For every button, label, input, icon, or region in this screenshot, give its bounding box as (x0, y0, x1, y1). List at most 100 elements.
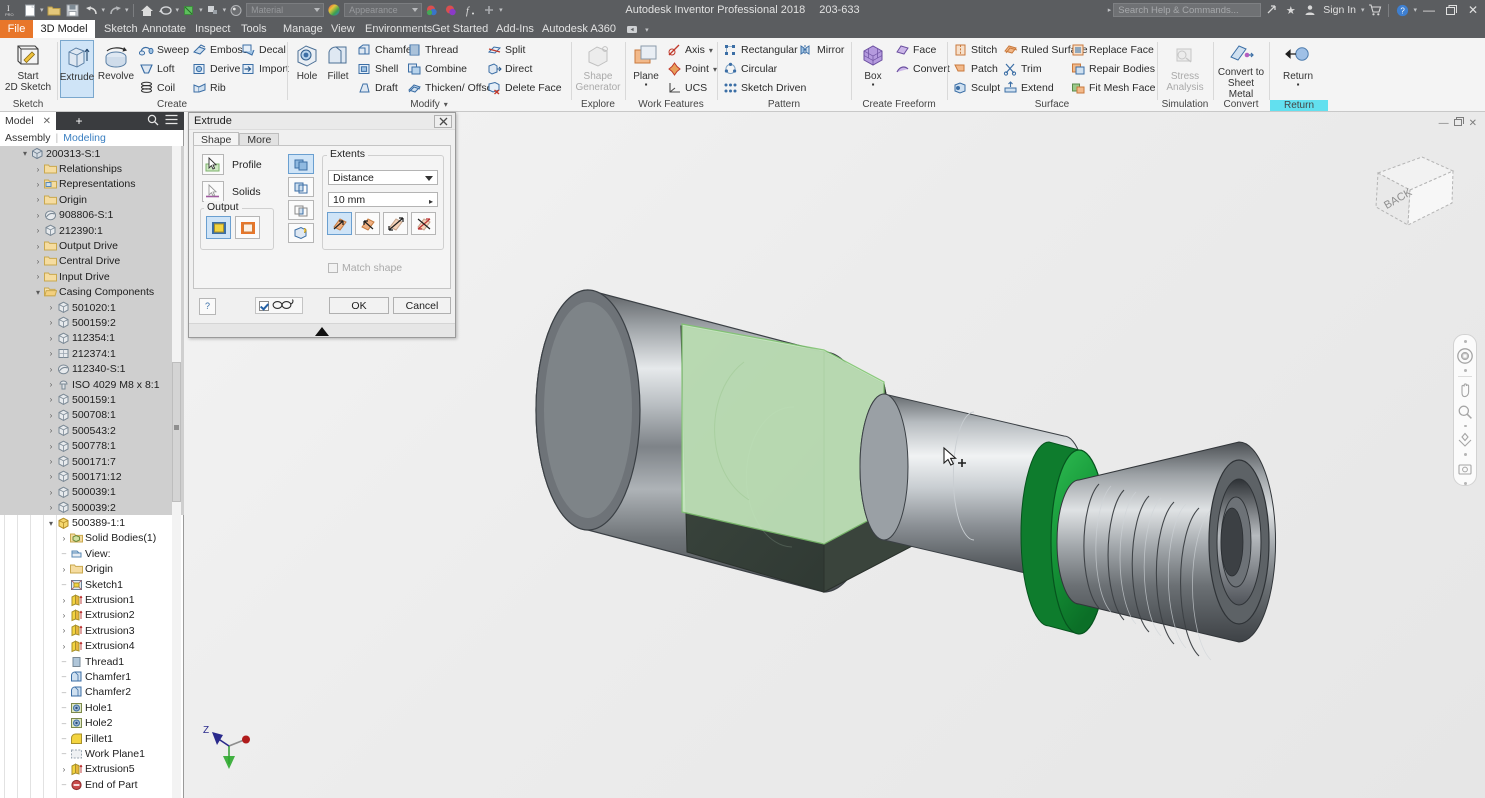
combine-button[interactable]: Combine (406, 60, 467, 78)
chevron-down-icon[interactable]: ▾ (33, 285, 43, 300)
tree-item[interactable]: ›500171:7 (0, 454, 184, 469)
tree-item[interactable]: ›Output Drive (0, 238, 184, 253)
direction-symmetric-button[interactable] (383, 212, 408, 235)
cancel-button[interactable]: Cancel (393, 297, 451, 314)
profile-selector-row[interactable]: Profile (202, 154, 262, 175)
select-icon[interactable] (204, 1, 222, 19)
favorites-star-icon[interactable]: ★ (1282, 2, 1299, 19)
chevron-right-icon[interactable]: › (33, 162, 43, 177)
chevron-right-icon[interactable]: › (33, 177, 43, 192)
direction-default-button[interactable] (327, 212, 352, 235)
return-dropdown-icon[interactable]: ▪ (1297, 82, 1300, 87)
shape-generator-button[interactable]: Shape Generator (572, 40, 624, 98)
tree-item[interactable]: ›501020:1 (0, 300, 184, 315)
chevron-right-icon[interactable]: › (46, 469, 56, 484)
revolve-button[interactable]: Revolve (96, 40, 136, 98)
chevron-right-icon[interactable]: › (59, 562, 69, 577)
tree-item[interactable]: ›500159:1 (0, 392, 184, 407)
direction-asymmetric-button[interactable] (411, 212, 436, 235)
freeform-box-button[interactable]: Box ▪ (856, 40, 890, 98)
extents-type-select[interactable]: Distance (328, 170, 438, 185)
rib-button[interactable]: Rib (191, 79, 226, 97)
chevron-right-icon[interactable]: › (33, 208, 43, 223)
chevron-right-icon[interactable]: › (46, 331, 56, 346)
chevron-right-icon[interactable]: › (46, 377, 56, 392)
pan-icon[interactable] (1456, 381, 1474, 399)
tree-item[interactable]: ›908806-S:1 (0, 208, 184, 223)
chevron-right-icon[interactable]: ▸ (429, 197, 433, 206)
freeform-box-dropdown-icon[interactable]: ▪ (872, 82, 875, 87)
chevron-down-icon[interactable]: ▾ (20, 146, 30, 161)
tree-item[interactable]: ›212374:1 (0, 346, 184, 361)
start-2d-sketch-button[interactable]: Start 2D Sketch (2, 40, 54, 98)
replace-face-button[interactable]: Replace Face (1070, 41, 1154, 59)
search-expand-icon[interactable]: ▸ (1108, 6, 1112, 14)
undo-icon[interactable] (83, 1, 101, 19)
redo-dropdown-icon[interactable]: ▾ (125, 6, 129, 14)
circular-pattern-button[interactable]: Circular (722, 60, 777, 78)
material-browser-icon[interactable] (227, 1, 245, 19)
solids-select-icon[interactable] (202, 181, 224, 202)
tree-item[interactable]: –Hole1 (0, 700, 184, 715)
delete-face-button[interactable]: Delete Face (486, 79, 562, 97)
tree-item[interactable]: ›500778:1 (0, 438, 184, 453)
browser-subtab-assembly[interactable]: Assembly (5, 132, 51, 144)
hole-button[interactable]: Hole (291, 40, 323, 98)
tree-item[interactable]: ›112354:1 (0, 331, 184, 346)
tree-item[interactable]: ›500039:2 (0, 500, 184, 515)
tree-item[interactable]: ›500708:1 (0, 408, 184, 423)
derive-button[interactable]: Derive (191, 60, 240, 78)
preview-toggle-group[interactable] (255, 297, 303, 314)
tab-overflow-icon[interactable]: ▾ (618, 20, 658, 38)
mirror-button[interactable]: Mirror (798, 41, 844, 59)
open-file-icon[interactable] (45, 1, 63, 19)
tab-file[interactable]: File (0, 20, 33, 38)
freeform-convert-button[interactable]: Convert (894, 60, 950, 78)
sweep-button[interactable]: Sweep (138, 41, 189, 59)
model-tree[interactable]: ▾200313-S:1›Relationships›Representation… (0, 146, 184, 798)
extrude-dialog[interactable]: Extrude Shape More Profile (188, 112, 456, 338)
tab-3d-model[interactable]: 3D Model (33, 20, 95, 38)
search-icon[interactable] (147, 114, 159, 129)
ucs-button[interactable]: UCS (666, 79, 707, 97)
restore-button[interactable] (1441, 1, 1461, 19)
return-button[interactable]: Return ▪ (1272, 40, 1324, 98)
dialog-tab-shape[interactable]: Shape (193, 132, 239, 146)
chevron-right-icon[interactable]: › (33, 269, 43, 284)
undo-dropdown-icon[interactable]: ▾ (102, 6, 106, 14)
orbit-icon[interactable] (1456, 431, 1474, 449)
appearance-combo[interactable]: Appearance (344, 3, 422, 17)
join-mode-button[interactable] (288, 154, 314, 174)
chevron-right-icon[interactable]: › (33, 239, 43, 254)
chevron-right-icon[interactable]: › (46, 408, 56, 423)
loft-button[interactable]: Loft (138, 60, 175, 78)
fillet-button[interactable]: Fillet (322, 40, 354, 98)
close-button[interactable]: ✕ (1463, 1, 1483, 19)
tree-item[interactable]: ›Extrusion1 (0, 592, 184, 607)
chevron-right-icon[interactable]: › (59, 608, 69, 623)
hamburger-icon[interactable] (165, 114, 178, 128)
chevron-right-icon[interactable]: › (59, 531, 69, 546)
adjust-appearance-icon[interactable] (423, 1, 441, 19)
tree-item[interactable]: ›Origin (0, 192, 184, 207)
tab-tools[interactable]: Tools (232, 20, 276, 38)
tree-item[interactable]: ›Extrusion3 (0, 623, 184, 638)
stitch-button[interactable]: Stitch (952, 41, 997, 59)
trim-button[interactable]: Trim (1002, 60, 1042, 78)
tab-autodesk-a360[interactable]: Autodesk A360 (533, 20, 625, 38)
stress-analysis-button[interactable]: Stress Analysis (1159, 40, 1211, 98)
autodesk-signin-arrow-icon[interactable] (1263, 2, 1280, 19)
ok-button[interactable]: OK (329, 297, 389, 314)
qat-overflow-icon[interactable]: ▾ (499, 6, 503, 14)
browser-add-tab-button[interactable]: + (56, 112, 102, 130)
repair-bodies-button[interactable]: Repair Bodies (1070, 60, 1155, 78)
tree-item[interactable]: ›Solid Bodies(1) (0, 531, 184, 546)
tree-item[interactable]: –View: (0, 546, 184, 561)
tree-item[interactable]: ›ISO 4029 M8 x 8:1 (0, 377, 184, 392)
tree-item[interactable]: –Thread1 (0, 654, 184, 669)
thicken-offset-button[interactable]: Thicken/ Offset (406, 79, 495, 97)
axis-dropdown-icon[interactable]: ▾ (709, 46, 713, 55)
chevron-right-icon[interactable]: › (46, 500, 56, 515)
tree-item[interactable]: ›212390:1 (0, 223, 184, 238)
help-dropdown-icon[interactable]: ▾ (1413, 6, 1417, 14)
